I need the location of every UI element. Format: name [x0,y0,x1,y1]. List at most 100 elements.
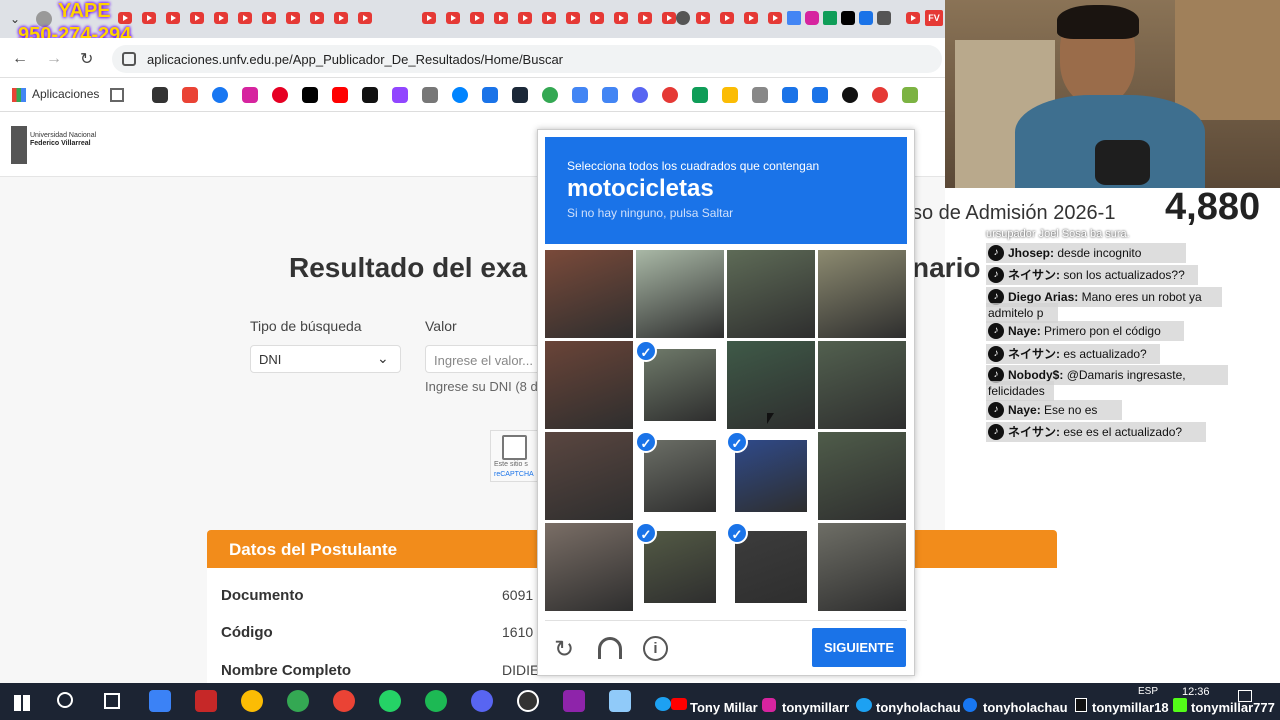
back-icon[interactable]: ← [12,50,28,68]
youtube-tab-icon[interactable] [638,12,652,24]
info-icon[interactable]: i [643,636,668,661]
bookmark-icon[interactable] [752,87,768,103]
discord-taskbar-icon[interactable] [471,690,493,712]
instagram-icon[interactable] [242,87,258,103]
captcha-tile[interactable] [545,250,633,338]
discord-icon[interactable] [632,87,648,103]
app-icon[interactable] [149,690,171,712]
apps-grid-icon[interactable] [12,88,26,102]
youtube-tab-icon[interactable] [566,12,580,24]
audio-challenge-icon[interactable] [598,637,622,659]
youtube-tab-icon[interactable] [720,12,734,24]
youtube-tab-icon[interactable] [118,12,132,24]
youtube-tab-icon[interactable] [614,12,628,24]
captcha-tile[interactable] [818,432,906,520]
whatsapp-icon[interactable] [379,690,401,712]
forward-icon[interactable]: → [46,50,62,68]
windows-start-icon[interactable] [14,695,30,711]
bookmark-icon[interactable] [152,87,168,103]
steam-icon[interactable] [512,87,528,103]
youtube-tab-icon[interactable] [334,12,348,24]
youtube-tab-icon[interactable] [768,12,782,24]
clock[interactable]: 12:36 [1182,686,1210,698]
pinterest-icon[interactable] [272,87,288,103]
bookmark-icon[interactable] [782,87,798,103]
youtube-tab-icon[interactable] [310,12,324,24]
twitch-icon[interactable] [392,87,408,103]
tiktok-icon[interactable] [362,87,378,103]
translate2-icon[interactable] [602,87,618,103]
youtube-tab-icon[interactable] [744,12,758,24]
bookmark-icon[interactable] [482,87,498,103]
chrome-taskbar-icon[interactable] [241,690,263,712]
youtube-icon[interactable] [332,87,348,103]
captcha-tile[interactable] [727,250,815,338]
youtube-tab-icon[interactable] [214,12,228,24]
youtube-tab-icon[interactable] [542,12,556,24]
captcha-tile[interactable] [818,341,906,429]
bookmark-icon[interactable] [842,87,858,103]
docs-tab-icon[interactable] [787,11,801,25]
captcha-tile[interactable]: ✓ [727,523,815,611]
youtube-tab-icon[interactable] [190,12,204,24]
youtube-tab-icon[interactable] [422,12,436,24]
youtube-tab-icon[interactable] [906,12,920,24]
youtube-tab-icon[interactable] [662,12,676,24]
app3-icon[interactable] [609,690,631,712]
voicemeeter-icon[interactable] [195,690,217,712]
bookmark-icon[interactable] [902,87,918,103]
youtube-tab-icon[interactable] [238,12,252,24]
audio-tab-icon[interactable] [877,11,891,25]
notification-icon[interactable] [1238,690,1252,702]
youtube-tab-icon[interactable] [262,12,276,24]
bookmark-icon[interactable] [422,87,438,103]
captcha-tile[interactable]: ✓ [636,341,724,429]
tipo-busqueda-select[interactable]: DNI ⌄ [250,345,401,373]
site-info-icon[interactable] [122,52,136,66]
tab-groups-icon[interactable] [110,88,124,102]
photos-icon[interactable] [722,87,738,103]
search-icon[interactable] [57,692,73,708]
captcha-tile[interactable]: ✓ [636,432,724,520]
youtube-tab-icon[interactable] [470,12,484,24]
captcha-tile[interactable] [545,523,633,611]
apps-bookmark-label[interactable]: Aplicaciones [32,87,99,101]
captcha-tile[interactable] [545,341,633,429]
youtube-tab-icon[interactable] [494,12,508,24]
bookmark-icon[interactable] [662,87,678,103]
spotify-icon[interactable] [425,690,447,712]
captcha-tile[interactable] [636,250,724,338]
reload-icon[interactable]: ↻ [80,49,93,69]
captcha-tile[interactable]: ✓ [636,523,724,611]
chrome-profile-icon[interactable] [287,690,309,712]
youtube-tab-icon[interactable] [142,12,156,24]
obs-icon[interactable] [517,690,539,712]
fv-tab-icon[interactable]: FV [925,10,943,26]
youtube-tab-icon[interactable] [446,12,460,24]
bookmark-icon[interactable] [872,87,888,103]
youtube-tab-icon[interactable] [590,12,604,24]
translate-icon[interactable] [572,87,588,103]
task-view-icon[interactable] [104,693,120,709]
recaptcha-link[interactable]: reCAPTCHA [494,471,534,478]
tiktok-tab-icon[interactable] [841,11,855,25]
instagram-tab-icon[interactable] [805,11,819,25]
lang-indicator[interactable]: ESP [1138,686,1158,697]
drive-icon[interactable] [692,87,708,103]
bookmark-icon[interactable] [812,87,828,103]
app2-icon[interactable] [563,690,585,712]
youtube-tab-icon[interactable] [358,12,372,24]
youtube-tab-icon[interactable] [166,12,180,24]
youtube-tab-icon[interactable] [518,12,532,24]
recaptcha-checkbox[interactable] [502,435,527,460]
x-icon[interactable] [302,87,318,103]
captcha-tile[interactable] [545,432,633,520]
siguiente-button[interactable]: SIGUIENTE [812,628,906,667]
youtube-tab-icon[interactable] [696,12,710,24]
maps-icon[interactable] [542,87,558,103]
reload-challenge-icon[interactable]: ↻ [554,635,574,664]
facebook-icon[interactable] [212,87,228,103]
captcha-tile[interactable] [818,523,906,611]
drive-tab-icon[interactable] [823,11,837,25]
messenger-icon[interactable] [452,87,468,103]
